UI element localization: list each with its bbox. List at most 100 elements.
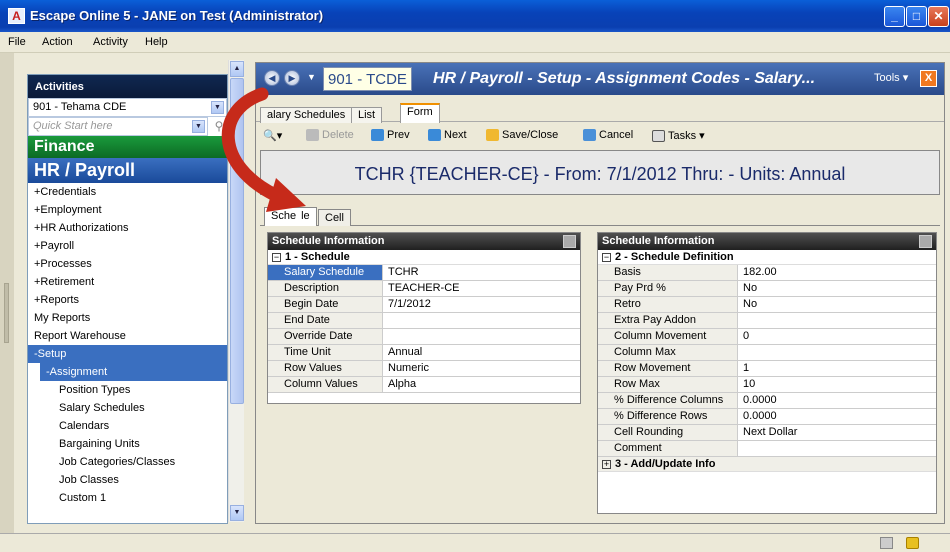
property-row[interactable]: Retro No bbox=[598, 297, 936, 313]
tab-salary-schedules[interactable]: alary Schedules bbox=[260, 107, 353, 123]
property-value[interactable] bbox=[738, 313, 936, 328]
search-icon[interactable]: ⚲ bbox=[210, 118, 227, 136]
property-value[interactable]: 0.0000 bbox=[738, 409, 936, 424]
property-value[interactable]: Annual bbox=[383, 345, 580, 360]
nav-item-assignment[interactable]: -Assignment bbox=[40, 363, 227, 381]
hr-payroll-header[interactable]: HR / Payroll bbox=[28, 158, 227, 183]
property-value[interactable]: 0.0000 bbox=[738, 393, 936, 408]
prev-button[interactable]: Prev bbox=[371, 129, 410, 142]
property-value[interactable]: No bbox=[738, 297, 936, 312]
property-row[interactable]: Column Movement 0 bbox=[598, 329, 936, 345]
finance-header[interactable]: Finance bbox=[28, 136, 227, 158]
nav-item-setup[interactable]: -Setup bbox=[28, 345, 227, 363]
delete-button[interactable]: Delete bbox=[306, 129, 354, 142]
splitter-handle[interactable] bbox=[4, 283, 9, 343]
property-value[interactable]: TCHR bbox=[383, 265, 580, 280]
minimize-button[interactable]: _ bbox=[884, 6, 905, 27]
maximize-button[interactable]: □ bbox=[906, 6, 927, 27]
section-header[interactable]: −2 - Schedule Definition bbox=[598, 250, 936, 265]
property-row[interactable]: Cell Rounding Next Dollar bbox=[598, 425, 936, 441]
splitter[interactable] bbox=[0, 53, 14, 533]
lock-icon[interactable] bbox=[906, 537, 919, 549]
property-value[interactable]: Numeric bbox=[383, 361, 580, 376]
property-value[interactable]: 7/1/2012 bbox=[383, 297, 580, 312]
property-row[interactable]: Description TEACHER-CE bbox=[268, 281, 580, 297]
property-value[interactable]: 1 bbox=[738, 361, 936, 376]
nav-subitem[interactable]: Custom 1 bbox=[28, 489, 227, 507]
nav-item[interactable]: Report Warehouse bbox=[28, 327, 227, 345]
property-row[interactable]: Override Date bbox=[268, 329, 580, 345]
expand-box-icon[interactable]: + bbox=[602, 460, 611, 469]
property-value[interactable] bbox=[738, 345, 936, 360]
mail-icon[interactable] bbox=[880, 537, 893, 549]
nav-subitem[interactable]: Job Classes bbox=[28, 471, 227, 489]
quick-start-input[interactable]: Quick Start here ▼ ⚲ bbox=[28, 117, 223, 136]
menu-file[interactable]: File bbox=[8, 36, 26, 48]
nav-item[interactable]: +Credentials bbox=[28, 183, 227, 201]
back-icon[interactable]: ◀ bbox=[264, 70, 280, 86]
scroll-thumb[interactable] bbox=[230, 78, 244, 404]
nav-item[interactable]: +HR Authorizations bbox=[28, 219, 227, 237]
forward-icon[interactable]: ▶ bbox=[284, 70, 300, 86]
property-row[interactable]: Row Max 10 bbox=[598, 377, 936, 393]
property-row[interactable]: Row Movement 1 bbox=[598, 361, 936, 377]
property-value[interactable]: 10 bbox=[738, 377, 936, 392]
menu-action[interactable]: Action bbox=[42, 36, 73, 48]
property-value[interactable]: 182.00 bbox=[738, 265, 936, 280]
section-header[interactable]: −1 - Schedule bbox=[268, 250, 580, 265]
nav-item[interactable]: +Retirement bbox=[28, 273, 227, 291]
scroll-up-icon[interactable]: ▲ bbox=[230, 61, 244, 77]
cancel-button[interactable]: Cancel bbox=[583, 129, 633, 142]
property-value[interactable]: No bbox=[738, 281, 936, 296]
nav-subitem[interactable]: Calendars bbox=[28, 417, 227, 435]
chevron-down-icon[interactable]: ▼ bbox=[211, 101, 224, 114]
property-value[interactable] bbox=[383, 313, 580, 328]
district-select[interactable]: 901 - Tehama CDE ▼ bbox=[28, 98, 227, 117]
collapse-box-icon[interactable]: − bbox=[602, 253, 611, 262]
tasks-button[interactable]: Tasks ▾ bbox=[652, 129, 705, 143]
property-value[interactable]: 0 bbox=[738, 329, 936, 344]
nav-item[interactable]: +Payroll bbox=[28, 237, 227, 255]
scroll-down-icon[interactable]: ▼ bbox=[230, 505, 244, 521]
tab-schedule[interactable]: Sche le bbox=[264, 207, 317, 226]
collapse-icon[interactable] bbox=[563, 235, 576, 248]
property-row[interactable]: % Difference Columns 0.0000 bbox=[598, 393, 936, 409]
close-form-icon[interactable]: X bbox=[920, 70, 937, 87]
property-row[interactable]: Begin Date 7/1/2012 bbox=[268, 297, 580, 313]
save-close-button[interactable]: Save/Close bbox=[486, 129, 558, 142]
nav-subitem[interactable]: Position Types bbox=[28, 381, 227, 399]
property-value[interactable] bbox=[383, 329, 580, 344]
property-row[interactable]: Time Unit Annual bbox=[268, 345, 580, 361]
collapse-icon[interactable] bbox=[919, 235, 932, 248]
nav-item[interactable]: My Reports bbox=[28, 309, 227, 327]
nav-item[interactable]: +Employment bbox=[28, 201, 227, 219]
tools-menu[interactable]: Tools ▾ bbox=[874, 71, 908, 84]
menu-activity[interactable]: Activity bbox=[93, 36, 128, 48]
menu-help[interactable]: Help bbox=[145, 36, 168, 48]
nav-subitem[interactable]: Bargaining Units bbox=[28, 435, 227, 453]
property-row[interactable]: Column Values Alpha bbox=[268, 377, 580, 393]
property-row[interactable]: Basis 182.00 bbox=[598, 265, 936, 281]
property-value[interactable]: Alpha bbox=[383, 377, 580, 392]
nav-item[interactable]: +Reports bbox=[28, 291, 227, 309]
tab-cell[interactable]: Cell bbox=[318, 209, 351, 226]
property-value[interactable]: TEACHER-CE bbox=[383, 281, 580, 296]
property-row[interactable]: % Difference Rows 0.0000 bbox=[598, 409, 936, 425]
close-button[interactable]: ✕ bbox=[928, 6, 949, 27]
property-row[interactable]: Salary Schedule TCHR bbox=[268, 265, 580, 281]
nav-subitem[interactable]: Job Categories/Classes bbox=[28, 453, 227, 471]
search-icon[interactable]: 🔍▾ bbox=[263, 129, 282, 142]
collapse-box-icon[interactable]: − bbox=[272, 253, 281, 262]
nav-item[interactable]: +Processes bbox=[28, 255, 227, 273]
next-button[interactable]: Next bbox=[428, 129, 467, 142]
property-value[interactable] bbox=[738, 441, 936, 456]
nav-subitem[interactable]: Salary Schedules bbox=[28, 399, 227, 417]
tab-form[interactable]: Form bbox=[400, 103, 440, 123]
history-dropdown-icon[interactable]: ▼ bbox=[307, 72, 316, 82]
property-row[interactable]: Column Max bbox=[598, 345, 936, 361]
property-row[interactable]: Pay Prd % No bbox=[598, 281, 936, 297]
property-row[interactable]: Extra Pay Addon bbox=[598, 313, 936, 329]
property-row[interactable]: Comment bbox=[598, 441, 936, 457]
chevron-down-icon[interactable]: ▼ bbox=[192, 120, 205, 133]
section-header[interactable]: +3 - Add/Update Info bbox=[598, 457, 936, 472]
